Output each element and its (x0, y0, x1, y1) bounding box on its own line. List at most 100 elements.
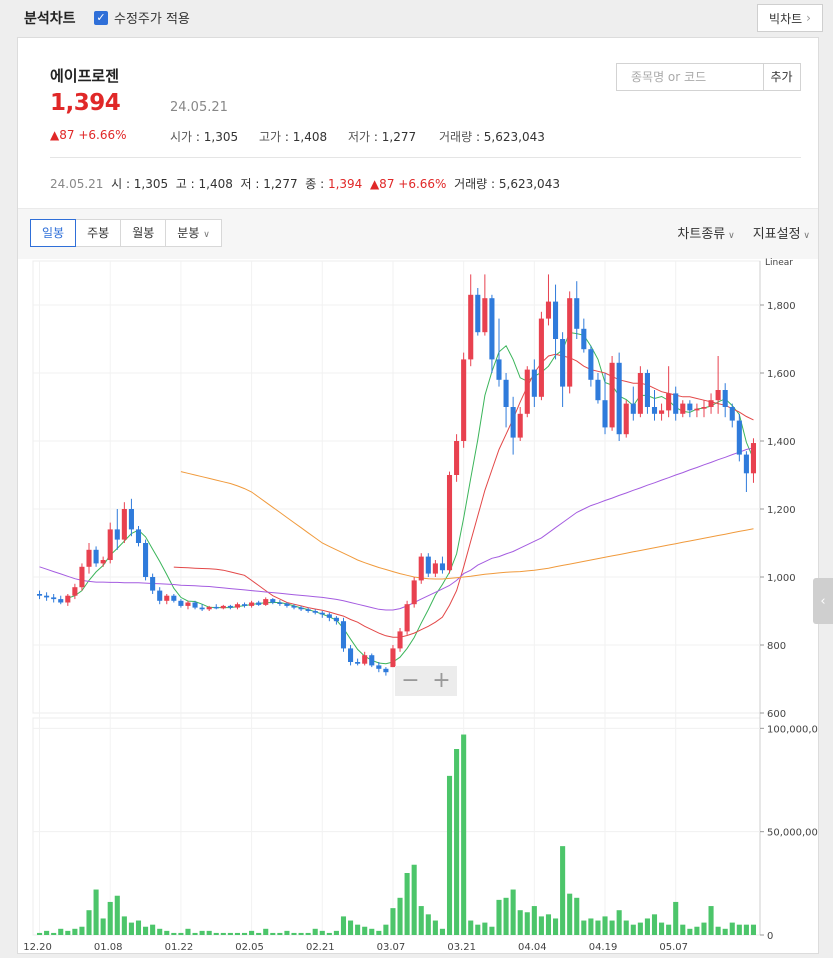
volume-bar (107, 901, 113, 935)
candle-body (659, 410, 665, 414)
stock-search-input[interactable]: 종목명 or 코드 (616, 63, 764, 91)
candle-body (135, 529, 142, 543)
tab-minute[interactable]: 분봉 ∨ (165, 219, 222, 247)
volume-bar (616, 910, 622, 935)
volume-bar (750, 924, 757, 935)
volume-bar (157, 928, 163, 935)
volume-bar (418, 906, 424, 935)
volume-bar (517, 910, 523, 935)
adjusted-price-toggle[interactable]: ✓ 수정주가 적용 (94, 8, 190, 27)
indicator-settings-menu[interactable]: 지표설정 ∨ (753, 223, 810, 242)
price-date: 24.05.21 (170, 100, 228, 115)
volume-bar (404, 873, 410, 935)
tab-weekly[interactable]: 주봉 (75, 219, 122, 247)
candle-body (270, 599, 276, 603)
candle-body (291, 605, 297, 608)
candle-body (157, 590, 163, 601)
candle-body (263, 599, 269, 605)
volume-bar (213, 932, 219, 935)
candle-body (446, 475, 453, 571)
price-tick-label: 1,400 (767, 437, 796, 448)
price-tick-label: 1,000 (767, 573, 796, 584)
volume-bar (312, 928, 318, 935)
volume-bar (545, 914, 552, 935)
candle-body (369, 655, 375, 666)
candle-body (750, 443, 757, 474)
zoom-out-icon[interactable]: − (401, 667, 419, 695)
big-chart-label: 빅차트 (769, 11, 803, 26)
x-tick-label: 03.21 (447, 942, 476, 952)
volume-bar (390, 908, 396, 935)
volume-bar (461, 734, 467, 935)
price-tick-label: 1,600 (767, 369, 796, 380)
volume-bar (291, 932, 297, 935)
candle-body (348, 648, 354, 662)
volume-bar (454, 749, 460, 935)
candle-body (58, 599, 64, 603)
volume-bar (277, 932, 283, 935)
checkbox-checked-icon[interactable]: ✓ (94, 10, 108, 25)
candle-body (687, 403, 693, 411)
volume-tick-label: 100,000,000 (767, 724, 818, 735)
volume-bar (425, 914, 431, 935)
candle-body (397, 631, 403, 649)
candle-body (227, 605, 233, 608)
volume-bar (496, 899, 502, 935)
volume-bar (256, 932, 262, 935)
volume-bar (263, 928, 269, 935)
volume-bar (729, 922, 735, 935)
candle-body (128, 509, 134, 530)
volume-bar (135, 920, 142, 935)
candle-body (36, 594, 43, 596)
stock-name: 에이프로젠 (50, 67, 120, 85)
volume-bar (383, 924, 389, 935)
candle-body (44, 595, 50, 598)
chart-type-menu[interactable]: 차트종류 ∨ (677, 223, 734, 242)
candle-body (312, 611, 318, 613)
volume-bar (673, 901, 679, 935)
x-tick-label: 12.20 (23, 942, 52, 952)
volume-bar (432, 920, 438, 935)
tab-monthly[interactable]: 월봉 (120, 219, 167, 247)
volume-bar (552, 918, 559, 935)
volume-bar (199, 930, 205, 935)
zoom-in-icon[interactable]: + (432, 667, 450, 695)
volume-bar (439, 928, 445, 935)
volume-bar (270, 932, 276, 935)
add-stock-button[interactable]: 추가 (763, 63, 801, 91)
candle-body (552, 301, 559, 339)
tab-daily[interactable]: 일봉 (30, 219, 77, 247)
candle-body (178, 600, 184, 606)
candle-body (362, 655, 368, 664)
candle-body (114, 529, 120, 540)
candle-body (256, 602, 262, 605)
collapse-panel-handle[interactable]: ‹ (813, 578, 833, 624)
volume-bar (305, 932, 311, 935)
candle-body (100, 560, 106, 564)
candle-body (651, 407, 658, 414)
candle-body (340, 621, 347, 649)
stat-volume: 거래량 : 5,623,043 (439, 130, 545, 144)
volume-bar (241, 932, 248, 935)
volume-bar (192, 932, 198, 935)
volume-bar (680, 924, 686, 935)
candle-body (164, 595, 170, 601)
candle-body (666, 393, 672, 411)
big-chart-button[interactable]: 빅차트 › (757, 4, 823, 32)
price-volume-chart[interactable]: 600 800 1,000 1,200 1,400 1,600 1,800 Linear 0 50… (18, 258, 818, 952)
volume-bar (348, 920, 354, 935)
candle-body (475, 294, 481, 333)
volume-bar (65, 930, 71, 935)
volume-bar (178, 932, 184, 935)
volume-bar (44, 930, 50, 935)
volume-bar (362, 926, 368, 935)
volume-bar (369, 928, 375, 935)
candle-body (220, 605, 226, 609)
volume-bar (340, 916, 347, 935)
volume-bar (588, 918, 594, 935)
stat-open: 시가 : 1,305 (170, 130, 239, 144)
volume-bar (623, 920, 629, 935)
chart-panel: 에이프로젠 1,394 24.05.21 ▲87 +6.66% 시가 : 1,3… (17, 37, 819, 954)
candle-body (567, 298, 573, 387)
candle-body (404, 604, 410, 632)
